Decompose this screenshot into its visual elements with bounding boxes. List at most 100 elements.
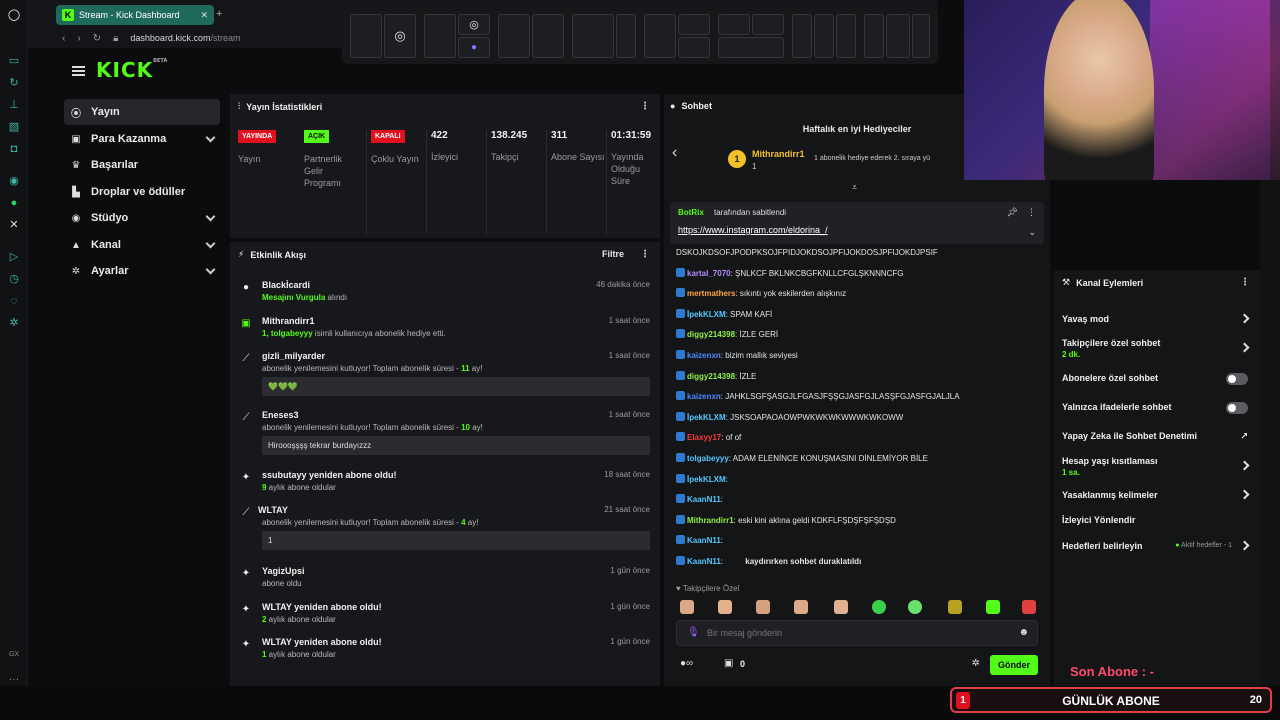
x-icon[interactable]: ✕ bbox=[7, 218, 21, 232]
chat-input[interactable]: 🎙︎ ☻ bbox=[676, 620, 1038, 646]
action-banned-words[interactable]: Yasaklanmış kelimeler bbox=[1062, 489, 1252, 500]
clock-icon[interactable]: ◷ bbox=[7, 272, 21, 286]
action-account-age[interactable]: Hesap yaşı kısıtlaması 1 sa. bbox=[1062, 456, 1252, 477]
workspace-slot[interactable] bbox=[498, 14, 530, 58]
obs-icon[interactable]: ◎ bbox=[384, 14, 416, 58]
nav-item-para-kazanma[interactable]: ▣ Para Kazanma bbox=[64, 126, 220, 152]
workspace-slot[interactable] bbox=[814, 14, 834, 58]
emote-icon[interactable] bbox=[948, 600, 962, 614]
more-options-icon[interactable]: ⋮ bbox=[640, 101, 650, 112]
emote-icon[interactable] bbox=[872, 600, 886, 614]
workspace-slot[interactable] bbox=[350, 14, 382, 58]
whatsapp-icon[interactable]: ● bbox=[7, 196, 21, 210]
action-slow-mode[interactable]: Yavaş mod bbox=[1062, 313, 1252, 324]
points-icon[interactable]: ●∞ bbox=[680, 658, 693, 669]
workspace-slot[interactable] bbox=[644, 14, 676, 58]
workspace-slot[interactable] bbox=[718, 14, 750, 35]
chat-username[interactable]: KaanN11 bbox=[687, 495, 721, 504]
settings-icon[interactable]: ✲ bbox=[7, 316, 21, 330]
workspace-slot[interactable] bbox=[836, 14, 856, 58]
workspace-slot[interactable] bbox=[912, 14, 930, 58]
workspace-slot[interactable] bbox=[424, 14, 456, 58]
close-tab-icon[interactable]: ✕ bbox=[200, 10, 208, 21]
pinned-link[interactable]: https://www.instagram.com/eldorina_/ bbox=[678, 225, 828, 235]
emote-icon[interactable] bbox=[1022, 600, 1036, 614]
workspace-slot[interactable] bbox=[532, 14, 564, 58]
hamburger-menu-icon[interactable] bbox=[72, 66, 85, 76]
workspace-slot[interactable] bbox=[572, 14, 614, 58]
chat-username[interactable]: kaizenxn bbox=[687, 351, 721, 360]
nav-item-yayin[interactable]: ⦿ Yayın bbox=[64, 99, 220, 125]
workspace-slot[interactable] bbox=[864, 14, 884, 58]
chat-bubble-icon[interactable]: ◌ bbox=[7, 294, 21, 308]
microphone-icon[interactable]: 🎙︎ bbox=[687, 627, 700, 638]
emote-icon[interactable] bbox=[908, 600, 922, 614]
chat-username[interactable]: Mithrandirr1 bbox=[687, 516, 734, 525]
workspace-slot[interactable] bbox=[886, 14, 910, 58]
action-subs-only[interactable]: Abonelere özel sohbet bbox=[1062, 373, 1252, 385]
emoji-icon[interactable]: ☻ bbox=[1018, 627, 1029, 638]
emote-icon[interactable] bbox=[718, 600, 732, 614]
chat-username[interactable]: tolgabeyyy bbox=[687, 454, 729, 463]
action-followers-only[interactable]: Takipçilere özel sohbet 2 dk. bbox=[1062, 338, 1252, 359]
chat-username[interactable]: İpekKLXM bbox=[687, 310, 726, 319]
obs-small-icon[interactable]: ◎ bbox=[458, 14, 490, 35]
chat-username[interactable]: diggy214398 bbox=[687, 330, 735, 339]
action-ai-moderation[interactable]: Yapay Zeka ile Sohbet Denetimi ↗ bbox=[1062, 431, 1252, 441]
pinned-author[interactable]: BotRix bbox=[678, 208, 704, 217]
treasure-icon[interactable]: ▣ bbox=[724, 658, 733, 669]
workspace-slot[interactable] bbox=[678, 14, 710, 35]
emote-icon[interactable] bbox=[756, 600, 770, 614]
nav-item-studyo[interactable]: ◉ Stüdyo bbox=[64, 205, 220, 231]
workspace-slot[interactable] bbox=[678, 37, 710, 58]
opera-gx-icon[interactable]: ◯ bbox=[7, 8, 21, 22]
workspace-slot[interactable] bbox=[616, 14, 636, 58]
collapse-icon[interactable]: ⩡ bbox=[852, 182, 857, 193]
chat-username[interactable]: kaizenxn bbox=[687, 392, 721, 401]
workspace-slot[interactable] bbox=[718, 37, 784, 58]
gx-corner-icon[interactable]: ▭ bbox=[7, 54, 21, 68]
new-tab-icon[interactable]: + bbox=[216, 8, 222, 20]
chat-username[interactable]: KaanN11 bbox=[687, 536, 721, 545]
chevron-left-icon[interactable]: ‹ bbox=[672, 144, 677, 162]
more-options-icon[interactable]: ⋮ bbox=[640, 249, 650, 260]
more-icon[interactable]: … bbox=[7, 670, 21, 684]
chat-username[interactable]: kartal_7070 bbox=[687, 269, 731, 278]
chat-username[interactable]: İpekKLXM bbox=[687, 413, 726, 422]
nav-item-kanal[interactable]: ▲ Kanal bbox=[64, 232, 220, 258]
action-set-goals[interactable]: Hedefleri belirleyin ● Aktif hedefler - 1 bbox=[1062, 540, 1252, 551]
more-options-icon[interactable]: ⋮ bbox=[1240, 277, 1250, 288]
chat-username[interactable]: KaanN11 bbox=[687, 557, 721, 566]
discord-small-icon[interactable]: ● bbox=[458, 37, 490, 58]
toggle-switch[interactable] bbox=[1226, 402, 1248, 414]
top-gifter-name[interactable]: Mithrandirr1 bbox=[752, 149, 805, 159]
more-options-icon[interactable]: ⋮ bbox=[1027, 207, 1036, 218]
joystick-icon[interactable]: ⊥ bbox=[7, 98, 21, 112]
workspace-slot[interactable] bbox=[752, 14, 784, 35]
messenger-icon[interactable]: ◘ bbox=[7, 142, 21, 156]
chat-settings-icon[interactable]: ✲ bbox=[972, 658, 980, 669]
twitch-icon[interactable]: ▧ bbox=[7, 120, 21, 134]
chevron-down-icon[interactable]: ⌄ bbox=[1028, 227, 1036, 238]
chat-username[interactable]: mertmathers bbox=[687, 289, 735, 298]
chat-paused-notice[interactable]: kaydırırken sohbet duraklatıldı bbox=[745, 557, 861, 566]
filter-button[interactable]: Filtre bbox=[602, 249, 624, 259]
emote-icon[interactable] bbox=[834, 600, 848, 614]
chat-username[interactable]: Elaxyy17 bbox=[687, 433, 721, 442]
forward-icon[interactable]: › bbox=[77, 33, 80, 44]
player-icon[interactable]: ▷ bbox=[7, 250, 21, 264]
emote-icon[interactable] bbox=[794, 600, 808, 614]
emote-icon[interactable] bbox=[986, 600, 1000, 614]
nav-item-ayarlar[interactable]: ✲ Ayarlar bbox=[64, 258, 220, 284]
workspace-slot[interactable] bbox=[792, 14, 812, 58]
nav-item-basarilar[interactable]: ♛ Başarılar bbox=[64, 152, 220, 178]
back-icon[interactable]: ‹ bbox=[62, 33, 65, 44]
url-text[interactable]: dashboard.kick.com/stream bbox=[130, 33, 240, 43]
action-emotes-only[interactable]: Yalnızca ifadelerle sohbet bbox=[1062, 402, 1252, 414]
nav-item-droplar[interactable]: ▙ Droplar ve ödüller bbox=[64, 179, 220, 205]
kick-logo[interactable]: KICKBETA bbox=[96, 58, 167, 82]
discord-icon[interactable]: ◉ bbox=[7, 174, 21, 188]
toggle-switch[interactable] bbox=[1226, 373, 1248, 385]
reload-icon[interactable]: ↻ bbox=[93, 33, 101, 44]
send-button[interactable]: Gönder bbox=[990, 655, 1038, 675]
